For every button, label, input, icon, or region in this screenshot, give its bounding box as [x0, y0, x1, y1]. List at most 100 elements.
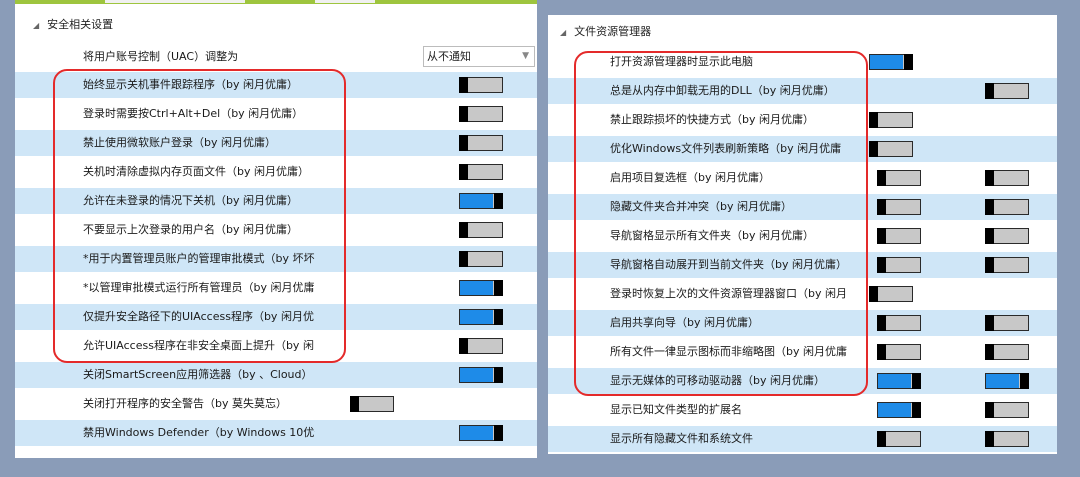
setting-row: 不要显示上次登录的用户名（by 闲月优庸）: [15, 217, 537, 243]
uac-level-dropdown[interactable]: 从不通知 ▼: [423, 46, 535, 67]
setting-label: 不要显示上次登录的用户名（by 闲月优庸）: [83, 223, 298, 236]
setting-row: 显示所有隐藏文件和系统文件: [548, 426, 1057, 452]
setting-row: 总是从内存中卸载无用的DLL（by 闲月优庸）: [548, 78, 1057, 104]
setting-row: 关闭打开程序的安全警告（by 莫失莫忘）: [15, 391, 537, 417]
setting-toggle-alt[interactable]: [350, 396, 394, 412]
setting-row: 关闭SmartScreen应用筛选器（by 、Cloud）: [15, 362, 537, 388]
section-title: 安全相关设置: [47, 18, 114, 31]
setting-toggle[interactable]: [459, 193, 503, 209]
chevron-down-icon: ▼: [522, 51, 529, 61]
setting-toggle[interactable]: [459, 367, 503, 383]
setting-toggle-primary[interactable]: [877, 402, 921, 418]
setting-toggle[interactable]: [459, 135, 503, 151]
setting-label: 关闭SmartScreen应用筛选器（by 、Cloud）: [83, 368, 313, 381]
setting-toggle[interactable]: [459, 164, 503, 180]
setting-label: 始终显示关机事件跟踪程序（by 闲月优庸）: [83, 78, 298, 91]
setting-toggle-primary[interactable]: [877, 199, 921, 215]
setting-label: *以管理审批模式运行所有管理员（by 闲月优庸: [83, 281, 315, 294]
setting-toggle[interactable]: [459, 338, 503, 354]
setting-toggle-secondary[interactable]: [985, 315, 1029, 331]
setting-label: 优化Windows文件列表刷新策略（by 闲月优庸: [610, 142, 842, 155]
setting-toggle-secondary[interactable]: [985, 373, 1029, 389]
setting-toggle-primary[interactable]: [877, 344, 921, 360]
setting-toggle-primary[interactable]: [877, 228, 921, 244]
setting-toggle[interactable]: [459, 106, 503, 122]
setting-label: 总是从内存中卸载无用的DLL（by 闲月优庸）: [610, 84, 835, 97]
setting-row: *用于内置管理员账户的管理审批模式（by 坏坏: [15, 246, 537, 272]
setting-toggle-primary[interactable]: [877, 431, 921, 447]
setting-label: 启用共享向导（by 闲月优庸）: [610, 316, 759, 329]
setting-row: 禁止跟踪损坏的快捷方式（by 闲月优庸）: [548, 107, 1057, 133]
setting-label: 允许UIAccess程序在非安全桌面上提升（by 闲: [83, 339, 314, 352]
setting-label: 登录时恢复上次的文件资源管理器窗口（by 闲月: [610, 287, 847, 300]
setting-row-uac: 将用户账号控制（UAC）调整为 从不通知 ▼: [15, 44, 537, 70]
column-header-fragment: [105, 0, 245, 3]
setting-label: 显示已知文件类型的扩展名: [610, 403, 742, 416]
setting-label: 导航窗格自动展开到当前文件夹（by 闲月优庸）: [610, 258, 847, 271]
setting-row: 允许在未登录的情况下关机（by 闲月优庸）: [15, 188, 537, 214]
setting-toggle-secondary[interactable]: [985, 170, 1029, 186]
setting-label: 禁止跟踪损坏的快捷方式（by 闲月优庸）: [610, 113, 814, 126]
setting-label: 所有文件一律显示图标而非缩略图（by 闲月优庸: [610, 345, 847, 358]
setting-row: 所有文件一律显示图标而非缩略图（by 闲月优庸: [548, 339, 1057, 365]
section-header-explorer[interactable]: ◢ 文件资源管理器: [560, 21, 651, 43]
setting-row: 禁用Windows Defender（by Windows 10优化: [15, 420, 537, 446]
setting-row: 禁止使用微软账户登录（by 闲月优庸）: [15, 130, 537, 156]
section-title: 文件资源管理器: [574, 25, 652, 38]
setting-toggle-primary[interactable]: [869, 54, 913, 70]
setting-row: 登录时恢复上次的文件资源管理器窗口（by 闲月: [548, 281, 1057, 307]
setting-label: 允许在未登录的情况下关机（by 闲月优庸）: [83, 194, 298, 207]
setting-toggle-secondary[interactable]: [985, 199, 1029, 215]
setting-label: 禁用Windows Defender（by Windows 10优化: [83, 426, 315, 439]
header-accent-strip: [15, 0, 537, 4]
setting-toggle-secondary[interactable]: [985, 431, 1029, 447]
setting-row: *以管理审批模式运行所有管理员（by 闲月优庸: [15, 275, 537, 301]
setting-label: 导航窗格显示所有文件夹（by 闲月优庸）: [610, 229, 814, 242]
setting-toggle-primary[interactable]: [869, 112, 913, 128]
setting-toggle-secondary[interactable]: [985, 83, 1029, 99]
setting-row: 登录时需要按Ctrl+Alt+Del（by 闲月优庸）: [15, 101, 537, 127]
setting-label: 显示所有隐藏文件和系统文件: [610, 432, 753, 445]
setting-row: 允许UIAccess程序在非安全桌面上提升（by 闲: [15, 333, 537, 359]
setting-toggle[interactable]: [459, 77, 503, 93]
setting-toggle[interactable]: [459, 222, 503, 238]
setting-label: 显示无媒体的可移动驱动器（by 闲月优庸）: [610, 374, 825, 387]
setting-toggle-primary[interactable]: [877, 170, 921, 186]
setting-label: 仅提升安全路径下的UIAccess程序（by 闲月优: [83, 310, 314, 323]
setting-label: 隐藏文件夹合并冲突（by 闲月优庸）: [610, 200, 792, 213]
setting-toggle-primary[interactable]: [869, 286, 913, 302]
setting-row: 显示已知文件类型的扩展名: [548, 397, 1057, 423]
section-header-security[interactable]: ◢ 安全相关设置: [33, 14, 113, 36]
setting-label: 打开资源管理器时显示此电脑: [610, 55, 753, 68]
setting-row: 启用项目复选框（by 闲月优庸）: [548, 165, 1057, 191]
collapse-triangle-icon[interactable]: ◢: [33, 21, 39, 30]
dropdown-value: 从不通知: [427, 50, 471, 63]
setting-toggle-secondary[interactable]: [985, 344, 1029, 360]
setting-row: 始终显示关机事件跟踪程序（by 闲月优庸）: [15, 72, 537, 98]
setting-toggle[interactable]: [459, 309, 503, 325]
setting-toggle-primary[interactable]: [869, 141, 913, 157]
setting-label: 关机时清除虚拟内存页面文件（by 闲月优庸）: [83, 165, 309, 178]
setting-toggle-secondary[interactable]: [985, 257, 1029, 273]
setting-row: 优化Windows文件列表刷新策略（by 闲月优庸: [548, 136, 1057, 162]
column-header-fragment: [315, 0, 375, 3]
setting-row: 仅提升安全路径下的UIAccess程序（by 闲月优: [15, 304, 537, 330]
setting-toggle-primary[interactable]: [877, 373, 921, 389]
security-settings-panel: ◢ 安全相关设置 将用户账号控制（UAC）调整为 从不通知 ▼ 始终显示关机事件跟…: [15, 0, 537, 458]
setting-toggle-primary[interactable]: [877, 257, 921, 273]
setting-toggle-primary[interactable]: [877, 315, 921, 331]
setting-toggle-secondary[interactable]: [985, 228, 1029, 244]
setting-row: 导航窗格显示所有文件夹（by 闲月优庸）: [548, 223, 1057, 249]
setting-row: 关机时清除虚拟内存页面文件（by 闲月优庸）: [15, 159, 537, 185]
setting-toggle[interactable]: [459, 425, 503, 441]
setting-row: 显示无媒体的可移动驱动器（by 闲月优庸）: [548, 368, 1057, 394]
setting-label: 登录时需要按Ctrl+Alt+Del（by 闲月优庸）: [83, 107, 304, 120]
setting-label: 启用项目复选框（by 闲月优庸）: [610, 171, 770, 184]
setting-toggle[interactable]: [459, 251, 503, 267]
setting-row: 打开资源管理器时显示此电脑: [548, 49, 1057, 75]
setting-toggle-secondary[interactable]: [985, 402, 1029, 418]
file-explorer-panel: ◢ 文件资源管理器 打开资源管理器时显示此电脑 总是从内存中卸载无用的DLL（by…: [548, 15, 1057, 454]
setting-toggle[interactable]: [459, 280, 503, 296]
setting-row: 隐藏文件夹合并冲突（by 闲月优庸）: [548, 194, 1057, 220]
collapse-triangle-icon[interactable]: ◢: [560, 28, 566, 37]
